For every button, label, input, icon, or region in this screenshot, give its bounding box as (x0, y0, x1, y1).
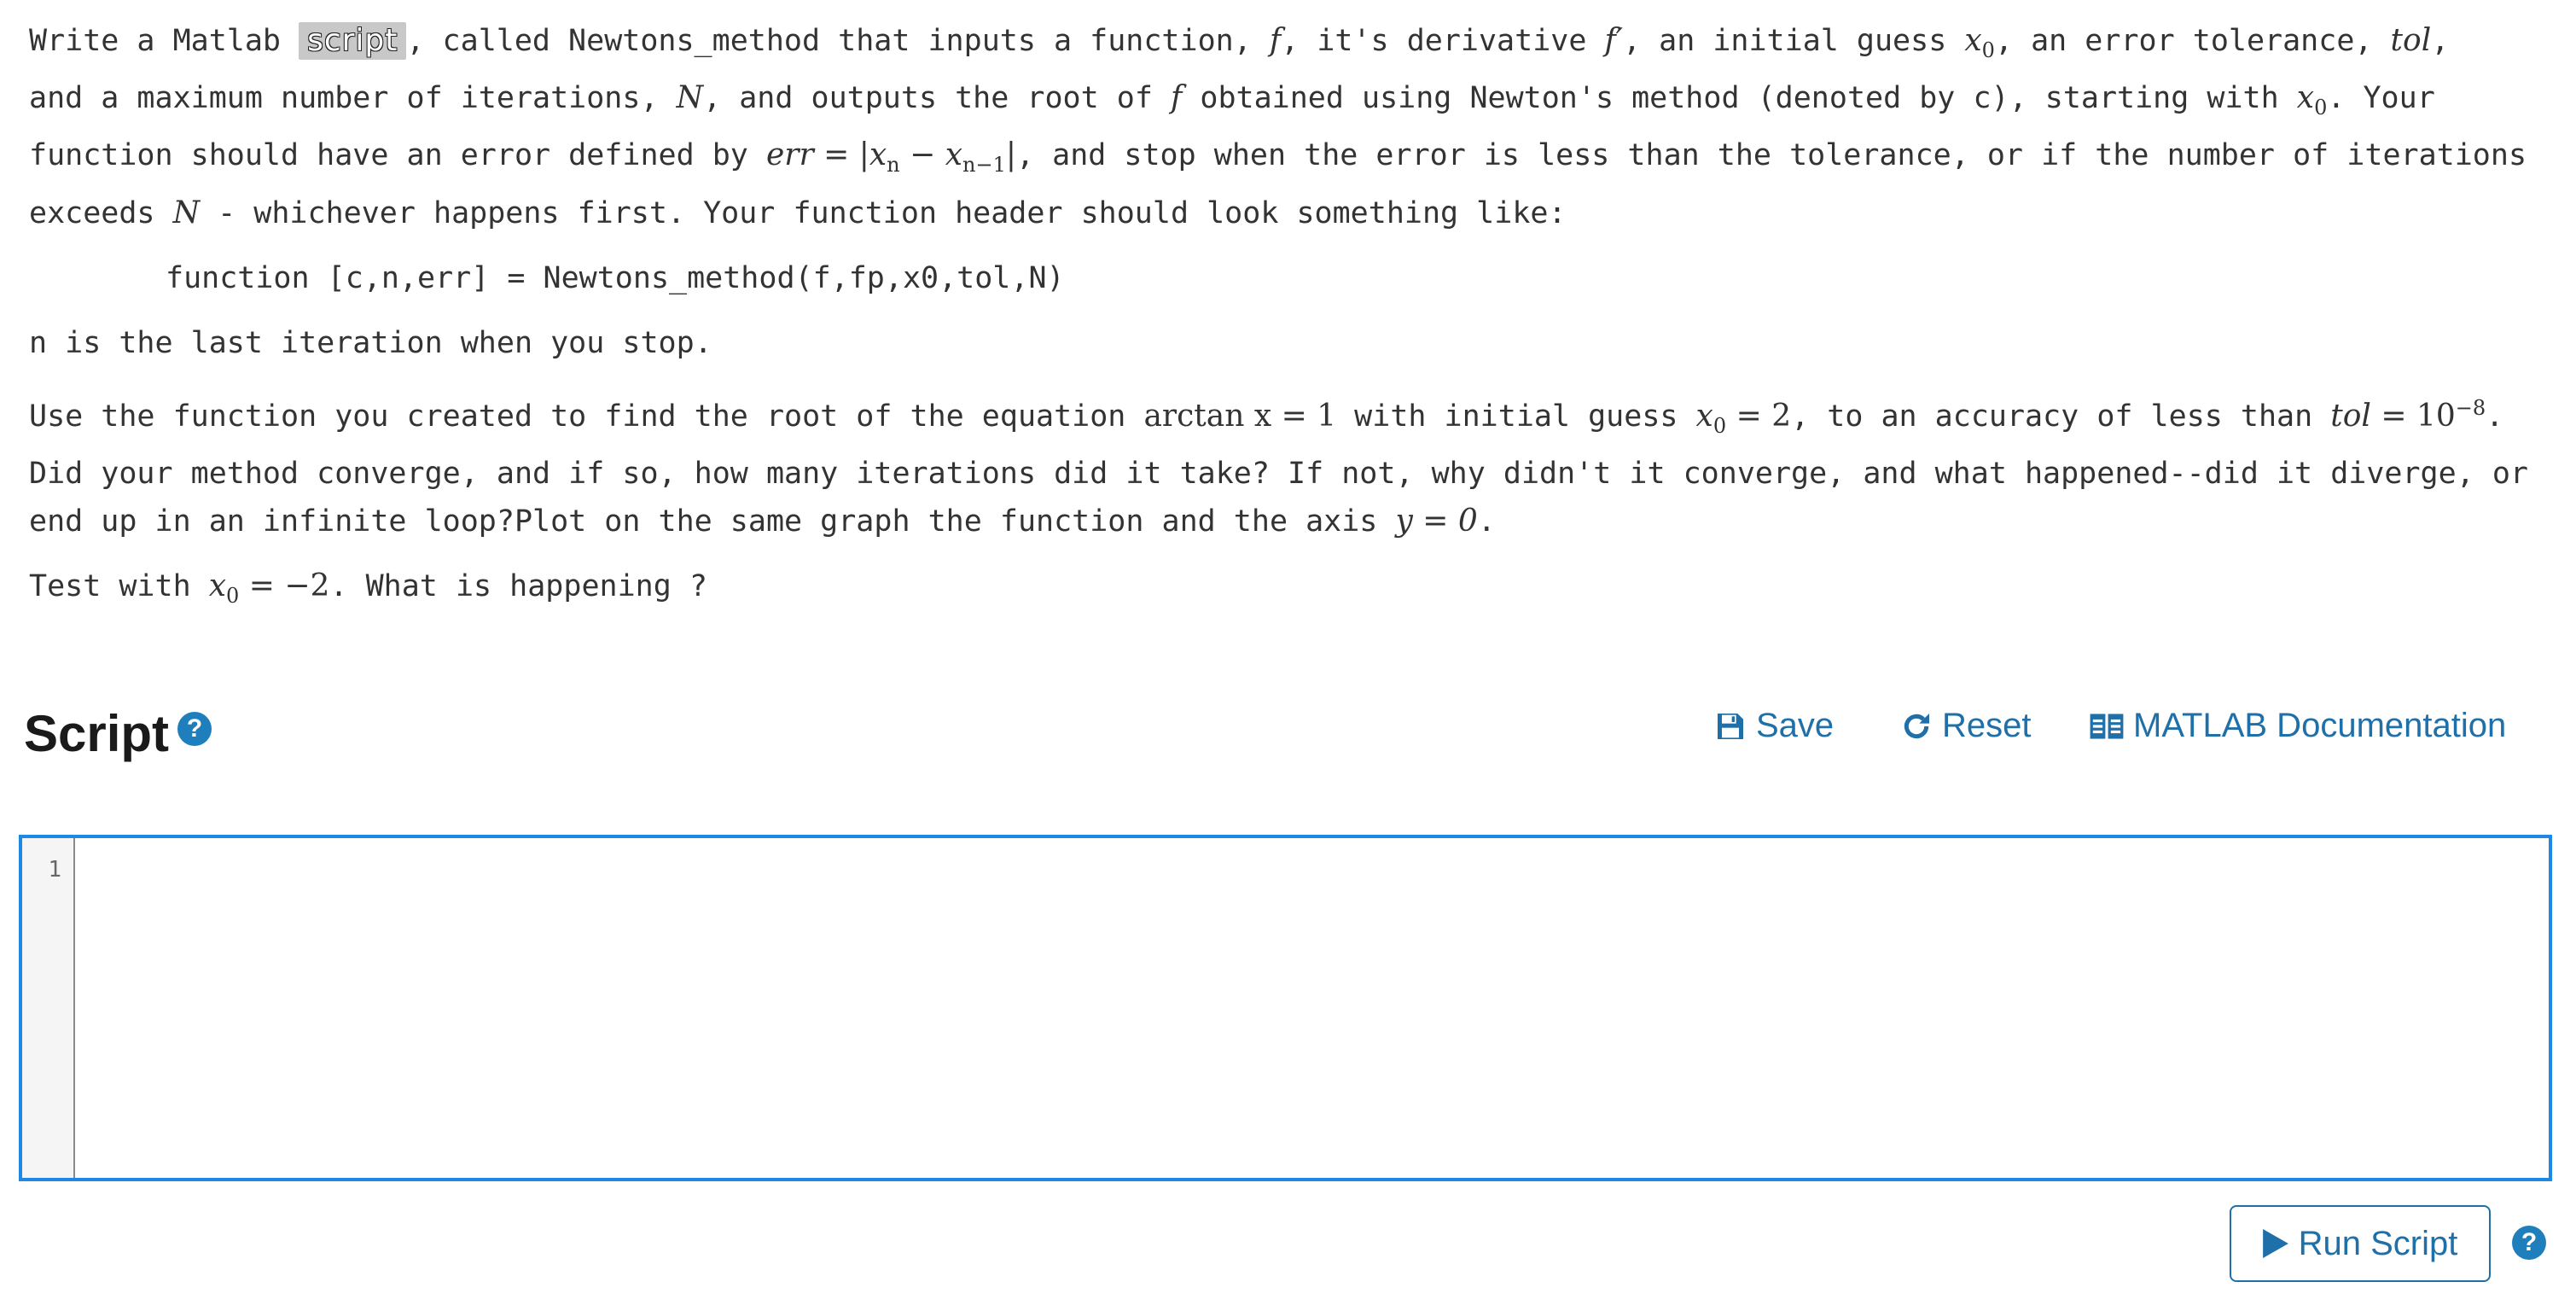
problem-text: , an initial guess (1622, 24, 1965, 58)
play-icon (2262, 1229, 2288, 1258)
scribbled-word-image: script (299, 22, 407, 60)
problem-text: Test with (29, 568, 209, 603)
line-number-gutter: 1 (22, 838, 75, 1178)
script-editor[interactable]: 1 (19, 835, 2552, 1181)
problem-paragraph-3: n is the last iteration when you stop. (29, 325, 712, 360)
math-f: f (1170, 80, 1183, 116)
math-x0: x0 (2296, 80, 2328, 120)
math-tol: tol (2390, 23, 2432, 58)
math-N: N (172, 195, 201, 230)
problem-statement: Write a Matlab script, called Newtons_me… (29, 17, 2528, 637)
problem-text: with initial guess (1336, 399, 1696, 434)
math-tol-value: tol = 10−8 (2330, 395, 2486, 434)
script-header: Script ? Save Reset MATLAB Documentation (24, 700, 2550, 768)
problem-text: obtained using Newton's method (denoted … (1182, 81, 2297, 116)
problem-text: , and stop when the error is less than t… (1015, 138, 2527, 173)
problem-text: function should have an error defined by (29, 138, 766, 173)
problem-text: , called Newtons_method that inputs a fu… (406, 24, 1270, 58)
run-script-button[interactable]: Run Script (2230, 1205, 2491, 1282)
problem-paragraph-5: Test with x0 = −2. What is happening ? (29, 562, 2503, 620)
matlab-documentation-link[interactable]: MATLAB Documentation (2089, 707, 2506, 745)
math-err: err = |xn − xn−1| (765, 137, 1016, 178)
math-x0-value: x0 = −2 (208, 568, 330, 608)
problem-text: , and outputs the root of (703, 81, 1171, 116)
floppy-disk-icon (1718, 713, 1743, 739)
problem-text: Write a Matlab (29, 24, 299, 58)
problem-paragraph-4: Use the function you created to find the… (29, 384, 2528, 545)
reset-label: Reset (1942, 707, 2032, 744)
problem-text: , (2431, 24, 2450, 58)
math-equation: arctan x = 1 (1143, 398, 1337, 434)
save-button[interactable]: Save (1713, 707, 1834, 745)
code-input[interactable] (77, 838, 2549, 1178)
question-circle-icon[interactable]: ? (2512, 1226, 2546, 1260)
problem-text: , an error tolerance, (1994, 24, 2391, 58)
problem-text: Did your method converge, and if so, how… (29, 456, 2528, 491)
problem-text: and a maximum number of iterations, (29, 81, 677, 116)
run-script-label: Run Script (2298, 1224, 2458, 1262)
book-icon (2090, 713, 2124, 739)
math-N: N (676, 80, 704, 116)
problem-text: . What is happening ? (329, 568, 707, 603)
problem-text: . Your (2327, 81, 2435, 116)
reset-button[interactable]: Reset (1899, 707, 2032, 745)
problem-text: end up in an infinite loop?Plot on the s… (29, 504, 1396, 539)
function-header-code: function [c,n,err] = Newtons_method(f,fp… (166, 260, 1065, 295)
math-f: f (1269, 23, 1282, 58)
problem-text: exceeds (29, 195, 173, 230)
line-number: 1 (48, 857, 61, 883)
question-circle-icon[interactable]: ? (177, 712, 212, 746)
docs-label: MATLAB Documentation (2133, 707, 2507, 744)
math-axis: y = 0 (1395, 503, 1478, 539)
problem-text: Use the function you created to find the… (29, 399, 1144, 434)
math-x0-value: x0 = 2 (1695, 398, 1792, 438)
problem-paragraph-1: Write a Matlab script, called Newtons_me… (29, 17, 2527, 237)
problem-text: - whichever happens first. Your function… (200, 195, 1567, 230)
problem-text: . (1477, 504, 1496, 539)
problem-text: . (2486, 399, 2504, 434)
refresh-icon (1904, 713, 1929, 738)
script-title: Script (24, 705, 170, 762)
save-label: Save (1756, 707, 1835, 744)
problem-text: , to an accuracy of less than (1791, 399, 2331, 434)
problem-text: , it's derivative (1281, 24, 1605, 58)
math-x0: x0 (1964, 23, 1995, 63)
math-fprime: f′ (1604, 23, 1623, 58)
